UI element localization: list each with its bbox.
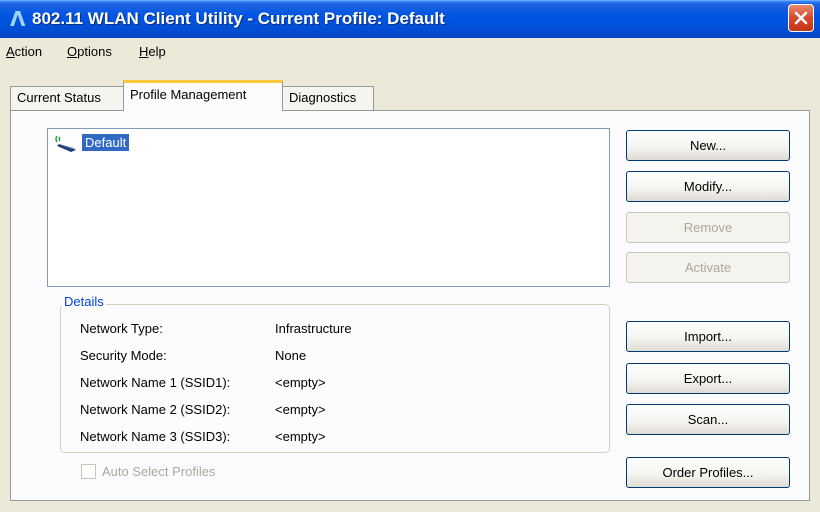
- security-mode-label: Security Mode:: [80, 348, 167, 363]
- tab-current-status[interactable]: Current Status: [10, 86, 124, 110]
- wlan-lambda-icon: Λ: [10, 7, 26, 31]
- modify-profile-button[interactable]: Modify...: [626, 171, 790, 202]
- ssid1-label: Network Name 1 (SSID1):: [80, 375, 231, 390]
- ssid3-value: <empty>: [275, 429, 326, 444]
- remove-profile-button[interactable]: Remove: [626, 212, 790, 243]
- network-type-value: Infrastructure: [275, 321, 352, 336]
- tab-profile-management[interactable]: Profile Management: [123, 80, 283, 111]
- ssid2-value: <empty>: [275, 402, 326, 417]
- export-profile-button[interactable]: Export...: [626, 363, 790, 394]
- menu-help[interactable]: Help: [139, 44, 166, 59]
- security-mode-value: None: [275, 348, 307, 363]
- ssid3-label: Network Name 3 (SSID3):: [80, 429, 231, 444]
- title-bar[interactable]: Λ 802.11 WLAN Client Utility - Current P…: [0, 0, 820, 38]
- ssid2-label: Network Name 2 (SSID2):: [80, 402, 231, 417]
- menu-bar: Action Options Help: [0, 38, 820, 64]
- details-legend: Details: [62, 294, 106, 309]
- auto-select-profiles-checkbox[interactable]: [81, 464, 96, 479]
- activate-profile-button[interactable]: Activate: [626, 252, 790, 283]
- auto-select-profiles-label: Auto Select Profiles: [102, 464, 216, 479]
- close-icon: [794, 11, 808, 25]
- profile-name: Default: [82, 134, 130, 151]
- import-profile-button[interactable]: Import...: [626, 321, 790, 352]
- close-button[interactable]: [788, 4, 814, 32]
- scan-button[interactable]: Scan...: [626, 404, 790, 435]
- tab-diagnostics[interactable]: Diagnostics: [282, 86, 374, 110]
- order-profiles-button[interactable]: Order Profiles...: [626, 457, 790, 488]
- wireless-profile-icon: [54, 135, 80, 156]
- window-title: 802.11 WLAN Client Utility - Current Pro…: [32, 9, 445, 28]
- network-type-label: Network Type:: [80, 321, 163, 336]
- ssid1-value: <empty>: [275, 375, 326, 390]
- new-profile-button[interactable]: New...: [626, 130, 790, 161]
- menu-action[interactable]: Action: [6, 44, 42, 59]
- profile-list[interactable]: Default: [47, 128, 610, 287]
- app-window: Λ 802.11 WLAN Client Utility - Current P…: [0, 0, 820, 512]
- menu-options[interactable]: Options: [67, 44, 112, 59]
